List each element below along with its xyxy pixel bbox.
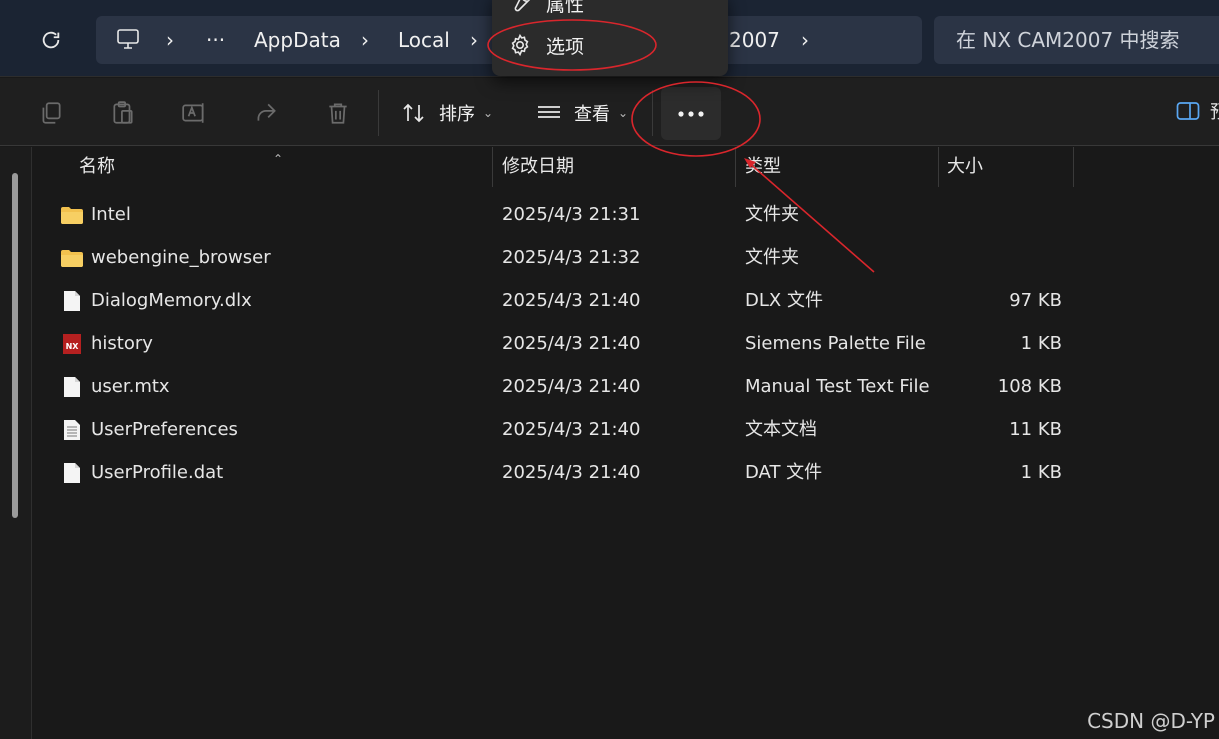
sort-up-icon: ⌃ — [273, 152, 284, 166]
file-modified: 2025/4/3 21:40 — [502, 333, 641, 354]
file-name: Intel — [91, 204, 131, 225]
file-type: Manual Test Text File — [745, 376, 930, 397]
preview-pane-icon — [1176, 102, 1200, 120]
menu-item-label: 属性 — [546, 0, 585, 16]
file-name: UserPreferences — [91, 419, 238, 440]
file-size: 1 KB — [1020, 462, 1062, 483]
file-size: 11 KB — [1009, 419, 1062, 440]
file-type: 文件夹 — [745, 247, 799, 268]
column-header-type[interactable]: 类型 — [745, 147, 781, 187]
chevron-right-icon: › — [361, 28, 369, 52]
file-name: user.mtx — [91, 376, 170, 397]
see-more-menu: 属性 选项 — [492, 0, 728, 76]
folder-icon — [60, 246, 84, 270]
preview-label: 预 — [1210, 98, 1219, 124]
rename-icon[interactable] — [181, 100, 207, 126]
chevron-right-icon: › — [470, 28, 478, 52]
file-size: 97 KB — [1009, 290, 1062, 311]
view-button[interactable]: 查看 ⌄ — [536, 96, 628, 130]
file-name: UserProfile.dat — [91, 462, 224, 483]
toolbar-separator — [378, 90, 379, 136]
breadcrumb-local[interactable]: Local — [398, 16, 450, 64]
file-row[interactable]: UserPreferences 2025/4/3 21:40 文本文档 11 KB — [60, 410, 1070, 450]
gear-icon — [511, 33, 529, 57]
share-icon[interactable] — [253, 100, 279, 126]
file-row[interactable]: NX history 2025/4/3 21:40 Siemens Palette F… — [60, 324, 1070, 364]
file-type: Siemens Palette File — [745, 333, 926, 354]
file-modified: 2025/4/3 21:40 — [502, 376, 641, 397]
search-input[interactable]: 在 NX CAM2007 中搜索 — [934, 16, 1219, 64]
folder-icon — [60, 203, 84, 227]
file-row[interactable]: DialogMemory.dlx 2025/4/3 21:40 DLX 文件 97 K… — [60, 281, 1070, 321]
delete-icon[interactable] — [325, 100, 351, 126]
toolbar-separator — [652, 90, 653, 136]
file-modified: 2025/4/3 21:32 — [502, 247, 641, 268]
chevron-down-icon: ⌄ — [483, 106, 494, 120]
file-modified: 2025/4/3 21:40 — [502, 419, 641, 440]
file-name: webengine_browser — [91, 247, 271, 268]
column-header-size[interactable]: 大小 — [947, 147, 983, 187]
column-header-name[interactable]: 名称 — [79, 147, 115, 187]
file-size: 108 KB — [997, 376, 1062, 397]
menu-item-properties[interactable]: 属性 — [508, 0, 584, 18]
file-size: 1 KB — [1020, 333, 1062, 354]
file-modified: 2025/4/3 21:40 — [502, 462, 641, 483]
more-dots-icon — [678, 110, 704, 117]
column-divider[interactable] — [938, 147, 939, 187]
file-row[interactable]: webengine_browser 2025/4/3 21:32 文件夹 — [60, 238, 1070, 278]
chevron-down-icon: ⌄ — [618, 106, 629, 120]
file-row[interactable]: user.mtx 2025/4/3 21:40 Manual Test Text F… — [60, 367, 1070, 407]
chevron-right-icon: › — [166, 28, 174, 52]
watermark: CSDN @D-YP — [1087, 709, 1215, 733]
column-divider[interactable] — [735, 147, 736, 187]
view-label: 查看 — [574, 104, 610, 125]
file-modified: 2025/4/3 21:40 — [502, 290, 641, 311]
view-icon — [538, 106, 560, 118]
column-header-modified[interactable]: 修改日期 — [502, 147, 574, 187]
text-file-icon — [60, 418, 84, 442]
file-type: 文本文档 — [745, 419, 817, 440]
file-name: history — [91, 333, 153, 354]
menu-item-options[interactable]: 选项 — [508, 30, 584, 60]
file-name: DialogMemory.dlx — [91, 290, 252, 311]
nx-file-icon: NX — [60, 332, 84, 356]
file-icon — [60, 461, 84, 485]
wrench-icon — [514, 0, 531, 12]
breadcrumb-nx-cam2007[interactable]: 2007 — [729, 16, 780, 64]
menu-item-label: 选项 — [546, 35, 585, 58]
file-modified: 2025/4/3 21:31 — [502, 204, 641, 225]
file-type: 文件夹 — [745, 204, 799, 225]
file-type: DAT 文件 — [745, 462, 823, 483]
paste-icon[interactable] — [110, 100, 136, 126]
file-icon — [60, 375, 84, 399]
breadcrumb-appdata[interactable]: AppData — [254, 16, 341, 64]
sort-button[interactable]: 排序 ⌄ — [401, 96, 493, 130]
column-divider[interactable] — [492, 147, 493, 187]
file-row[interactable]: UserProfile.dat 2025/4/3 21:40 DAT 文件 1 KB — [60, 453, 1070, 493]
column-divider[interactable] — [1073, 147, 1074, 187]
file-icon — [60, 289, 84, 313]
refresh-icon[interactable] — [36, 25, 66, 55]
file-type: DLX 文件 — [745, 290, 823, 311]
file-row[interactable]: Intel 2025/4/3 21:31 文件夹 — [60, 195, 1070, 235]
see-more-button[interactable] — [661, 87, 721, 140]
sort-icon — [403, 103, 424, 123]
preview-pane-button[interactable]: 预 — [1176, 98, 1219, 124]
chevron-right-icon: › — [801, 28, 809, 52]
svg-text:NX: NX — [66, 342, 80, 351]
copy-icon[interactable] — [38, 100, 64, 126]
more-crumbs-icon[interactable]: ··· — [206, 16, 225, 64]
sort-label: 排序 — [439, 104, 475, 125]
scrollbar[interactable] — [12, 173, 18, 518]
this-pc-icon[interactable] — [116, 16, 140, 64]
